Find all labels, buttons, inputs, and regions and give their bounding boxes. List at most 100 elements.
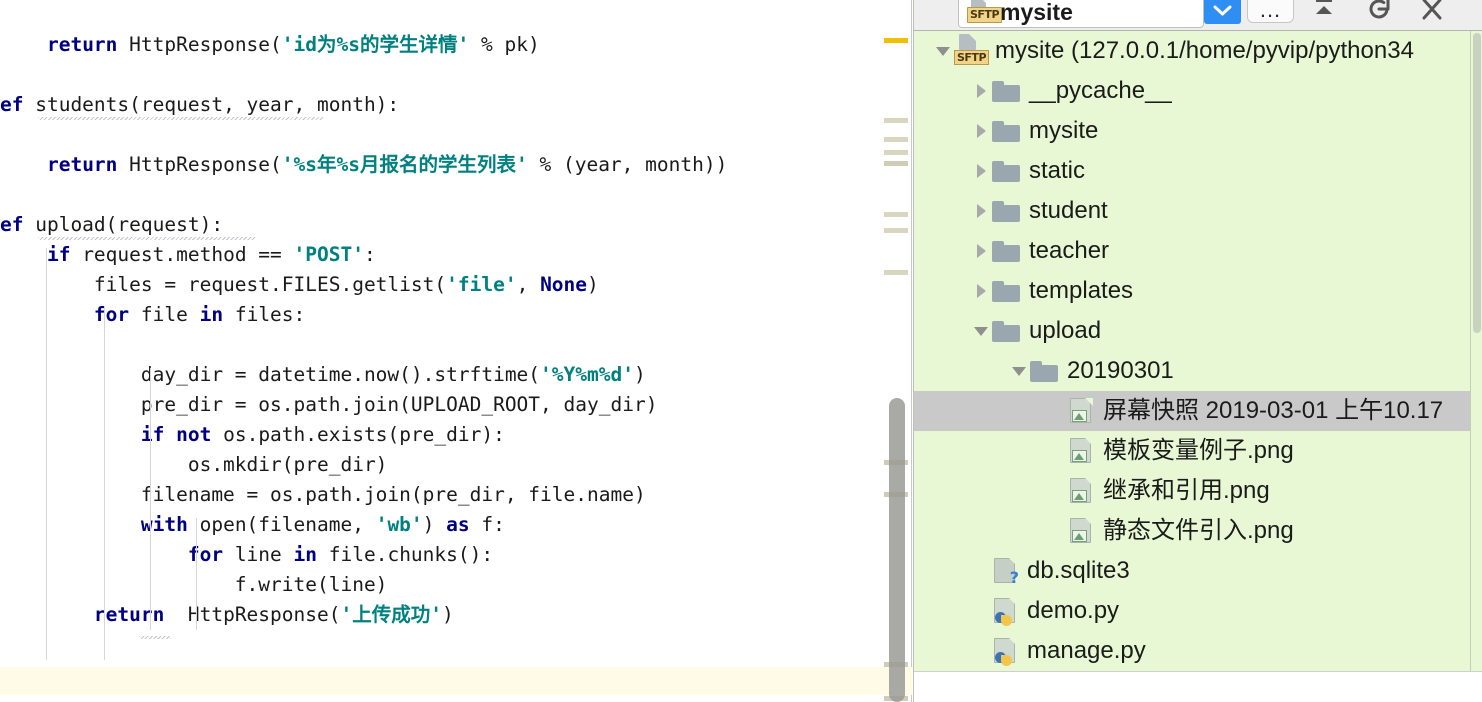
tree-row[interactable]: templates — [914, 271, 1482, 311]
tree-row[interactable]: 模板变量例子.png — [914, 431, 1482, 471]
panel-scrollbar-thumb[interactable] — [1473, 33, 1481, 333]
code-token: filename = os.path.join(pre_dir, file.na… — [0, 483, 646, 506]
tree-row-label: demo.py — [1027, 597, 1120, 624]
image-file-icon — [1068, 477, 1094, 505]
indent-guide — [196, 518, 197, 630]
panel-bottom-strip — [914, 671, 1482, 702]
tree-row[interactable]: 继承和引用.png — [914, 471, 1482, 511]
tree-row-label: 屏幕快照 2019-03-01 上午10.17 — [1103, 397, 1444, 424]
stripe-marker[interactable] — [884, 212, 908, 217]
code-token: not — [176, 423, 212, 446]
download-icon[interactable] — [1306, 0, 1342, 20]
code-token: % (year, month)) — [527, 153, 728, 176]
deployment-server-combo[interactable]: SFTP mysite — [958, 0, 1204, 28]
code-editor[interactable]: return HttpResponse('id为%s的学生详情' % pk) ef… — [0, 0, 884, 702]
tree-row-icon — [992, 280, 1020, 302]
tree-row-icon — [1068, 477, 1094, 505]
tree-row-icon — [992, 320, 1020, 342]
code-token: return — [46, 33, 118, 56]
code-text[interactable]: return HttpResponse('id为%s的学生详情' % pk) ef… — [0, 0, 884, 702]
chevron-down-icon[interactable] — [1204, 0, 1241, 24]
tree-row-icon — [992, 240, 1020, 262]
chevron-right-icon[interactable] — [970, 80, 992, 102]
code-token: HttpResponse( — [117, 33, 282, 56]
tree-row[interactable]: manage.py — [914, 631, 1482, 671]
stripe-marker[interactable] — [884, 118, 908, 123]
tree-row-label: upload — [1029, 317, 1102, 344]
code-token: file — [129, 303, 200, 326]
code-token: '上传成功' — [340, 603, 442, 626]
editor-scrollbar-column[interactable] — [884, 0, 912, 702]
code-token: ) — [441, 603, 454, 626]
code-token: open(filename, — [187, 513, 376, 536]
tree-row[interactable]: teacher — [914, 231, 1482, 271]
remote-file-tree[interactable]: SFTP mysite (127.0.0.1/home/pyvip/python3… — [914, 31, 1482, 671]
close-icon[interactable] — [1414, 0, 1450, 20]
stripe-marker[interactable] — [884, 150, 908, 155]
code-line: pre_dir = os.path.join(UPLOAD_ROOT, day_… — [0, 390, 884, 420]
stripe-marker[interactable] — [884, 270, 908, 275]
tree-row-label: student — [1029, 197, 1108, 224]
tree-row[interactable]: 静态文件引入.png — [914, 511, 1482, 551]
indent-guide — [150, 368, 151, 630]
db-file-icon: ? — [992, 557, 1019, 586]
folder-icon — [992, 160, 1020, 182]
tree-row-label: 20190301 — [1067, 357, 1174, 384]
chevron-right-icon[interactable] — [970, 280, 992, 302]
code-token: % pk) — [469, 33, 540, 56]
tree-row[interactable]: 20190301 — [914, 351, 1482, 391]
code-token: files = request.FILES.getlist( — [0, 273, 447, 296]
code-token: ef — [0, 93, 24, 116]
tree-row[interactable]: demo.py — [914, 591, 1482, 631]
chevron-right-icon[interactable] — [970, 200, 992, 222]
folder-icon — [992, 320, 1020, 342]
tree-row[interactable]: 屏幕快照 2019-03-01 上午10.17 — [914, 391, 1482, 431]
tree-row-icon — [1068, 437, 1094, 465]
tree-row-icon — [992, 120, 1020, 142]
chevron-down-icon[interactable] — [1008, 360, 1030, 382]
more-options-button[interactable]: ... — [1247, 0, 1294, 23]
code-line: if request.method == 'POST': — [0, 240, 884, 270]
panel-vertical-scrollbar[interactable] — [1470, 31, 1482, 671]
tree-row[interactable]: upload — [914, 311, 1482, 351]
code-token: upload(request): — [23, 213, 224, 236]
chevron-right-icon[interactable] — [970, 120, 992, 142]
tree-row[interactable]: student — [914, 191, 1482, 231]
tree-row[interactable]: mysite — [914, 111, 1482, 151]
chevron-right-icon[interactable] — [970, 240, 992, 262]
code-token: in — [199, 303, 224, 326]
code-token: 'file' — [446, 273, 517, 296]
tree-row-label: mysite (127.0.0.1/home/pyvip/python34 — [995, 37, 1414, 64]
refresh-icon[interactable] — [1361, 0, 1397, 20]
tree-row[interactable]: __pycache__ — [914, 71, 1482, 111]
tree-row[interactable]: static — [914, 151, 1482, 191]
chevron-down-icon[interactable] — [970, 320, 992, 342]
python-file-icon — [992, 637, 1018, 666]
stripe-marker[interactable] — [884, 161, 908, 166]
stripe-marker[interactable] — [884, 137, 908, 142]
tree-row-label: 静态文件引入.png — [1103, 517, 1294, 544]
chevron-right-icon[interactable] — [970, 160, 992, 182]
code-token: with — [140, 513, 188, 536]
code-token: in — [293, 543, 318, 566]
code-line: files = request.FILES.getlist('file', No… — [0, 270, 884, 300]
warning-squiggle — [38, 237, 256, 240]
stripe-marker[interactable] — [884, 38, 908, 43]
tree-row[interactable]: SFTP mysite (127.0.0.1/home/pyvip/python3… — [914, 31, 1482, 71]
chevron-down-icon[interactable] — [932, 40, 954, 62]
code-token: 'POST' — [293, 243, 364, 266]
vertical-scrollbar-thumb[interactable] — [889, 398, 905, 702]
code-token: file.chunks(): — [317, 543, 494, 566]
tree-row-label: teacher — [1029, 237, 1110, 264]
stripe-marker[interactable] — [884, 228, 908, 233]
tree-row[interactable]: ? db.sqlite3 — [914, 551, 1482, 591]
tree-row-icon — [1030, 360, 1058, 382]
